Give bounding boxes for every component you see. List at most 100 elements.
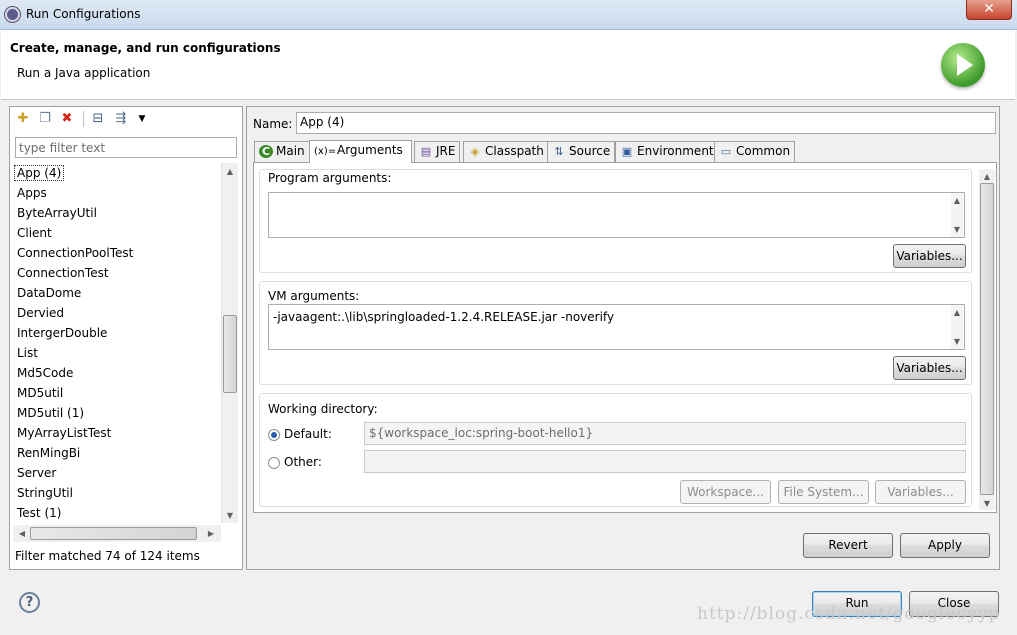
- configuration-editor: Name: App (4) C Main (x)=Arguments ▤ JRE ◈…: [246, 106, 1000, 570]
- tab-body-scrollbar[interactable]: ▲ ▼: [979, 169, 995, 510]
- source-tab-icon: ⇅: [554, 145, 564, 158]
- scroll-left-icon[interactable]: ◀: [16, 529, 28, 538]
- run-banner-icon: [941, 43, 985, 87]
- file-system-button[interactable]: File System...: [778, 480, 869, 504]
- scroll-up-icon[interactable]: ▲: [951, 308, 963, 317]
- list-item-label: Test (1): [17, 506, 62, 520]
- dropdown-arrow-icon[interactable]: ▼: [134, 111, 150, 127]
- list-item[interactable]: ConnectionPoolTest: [13, 243, 227, 263]
- list-item[interactable]: DataDome: [13, 283, 227, 303]
- scroll-right-icon[interactable]: ▶: [205, 529, 217, 538]
- default-label: Default:: [284, 427, 332, 441]
- list-item[interactable]: MyArrayListTest: [13, 423, 227, 443]
- help-icon[interactable]: ?: [19, 592, 40, 613]
- header-subtitle: Run a Java application: [17, 66, 151, 80]
- list-item[interactable]: RenMingBi: [13, 443, 227, 463]
- collapse-all-icon[interactable]: ⊟: [90, 111, 106, 127]
- arguments-tab-body: Program arguments: ▲ ▼ Variables... VM a…: [253, 162, 997, 513]
- name-field[interactable]: App (4): [296, 112, 996, 134]
- tab-environment[interactable]: ▣ Environment: [615, 141, 719, 162]
- list-item-label: MD5util: [17, 386, 64, 400]
- list-item[interactable]: Apps: [13, 183, 227, 203]
- filter-icon[interactable]: ⇶: [113, 111, 129, 127]
- tab-scroll-thumb[interactable]: [980, 183, 994, 495]
- program-variables-button[interactable]: Variables...: [893, 244, 966, 268]
- list-item[interactable]: Dervied: [13, 303, 227, 323]
- scroll-down-icon[interactable]: ▼: [981, 499, 993, 508]
- main-tab-icon: C: [259, 145, 273, 158]
- scroll-up-icon[interactable]: ▲: [981, 172, 993, 181]
- list-item-label: MD5util (1): [17, 406, 85, 420]
- new-config-icon[interactable]: ✚: [15, 111, 31, 127]
- list-item-label: Md5Code: [17, 366, 74, 380]
- list-item-label: RenMingBi: [17, 446, 81, 460]
- apply-button[interactable]: Apply: [900, 533, 990, 558]
- header-title: Create, manage, and run configurations: [10, 41, 281, 55]
- hscroll-thumb[interactable]: [30, 527, 197, 540]
- tab-common[interactable]: ▭ Common: [714, 141, 796, 162]
- list-horizontal-scrollbar[interactable]: ◀ ▶: [13, 525, 221, 542]
- window-title: Run Configurations: [26, 7, 141, 21]
- scroll-thumb[interactable]: [223, 315, 237, 393]
- revert-button[interactable]: Revert: [803, 533, 893, 558]
- tab-arguments[interactable]: (x)=Arguments: [309, 140, 412, 163]
- scroll-down-icon[interactable]: ▼: [224, 511, 236, 520]
- workdir-variables-button[interactable]: Variables...: [875, 480, 966, 504]
- list-item-label: Server: [17, 466, 57, 480]
- other-radio[interactable]: [268, 457, 280, 469]
- filter-input[interactable]: [15, 137, 237, 158]
- window-close-button[interactable]: ✕: [966, 0, 1012, 20]
- list-item-label: Dervied: [17, 306, 64, 320]
- scroll-down-icon[interactable]: ▼: [951, 337, 963, 346]
- list-item[interactable]: ConnectionTest: [13, 263, 227, 283]
- common-tab-icon: ▭: [720, 145, 732, 158]
- delete-icon[interactable]: ✖: [59, 111, 75, 127]
- list-item-label: MyArrayListTest: [17, 426, 112, 440]
- working-directory-label: Working directory:: [268, 402, 378, 416]
- watermark: http://blog.csdn.net/googleoyyp: [697, 604, 1001, 624]
- list-item[interactable]: ByteArrayUtil: [13, 203, 227, 223]
- list-item[interactable]: Md5Code: [13, 363, 227, 383]
- program-arguments-label: Program arguments:: [268, 171, 392, 185]
- vm-variables-button[interactable]: Variables...: [893, 356, 966, 380]
- classpath-tab-icon: ◈: [470, 145, 480, 158]
- vm-arguments-field[interactable]: -javaagent:.\lib\springloaded-1.2.4.RELE…: [268, 304, 965, 350]
- vm-args-scrollbar[interactable]: ▲ ▼: [951, 305, 963, 349]
- list-item-label: Apps: [17, 186, 47, 200]
- scroll-up-icon[interactable]: ▲: [224, 167, 236, 176]
- list-item[interactable]: Server: [13, 463, 227, 483]
- list-item-label: List: [17, 346, 38, 360]
- list-item[interactable]: List: [13, 343, 227, 363]
- window-title-bar: Run Configurations ✕: [0, 0, 1017, 30]
- list-item[interactable]: IntergerDouble: [13, 323, 227, 343]
- eclipse-icon: [5, 7, 20, 22]
- tab-jre[interactable]: ▤ JRE: [414, 141, 461, 162]
- list-item[interactable]: StringUtil: [13, 483, 227, 503]
- other-label: Other:: [284, 455, 322, 469]
- list-item[interactable]: MD5util (1): [13, 403, 227, 423]
- list-item[interactable]: App (4): [13, 163, 227, 183]
- list-item[interactable]: MD5util: [13, 383, 227, 403]
- tab-classpath[interactable]: ◈ Classpath: [463, 141, 549, 162]
- list-vertical-scrollbar[interactable]: ▲ ▼: [221, 163, 238, 523]
- workspace-button[interactable]: Workspace...: [680, 480, 771, 504]
- tab-main[interactable]: C Main: [254, 141, 310, 162]
- list-item-label: ByteArrayUtil: [17, 206, 97, 220]
- scroll-up-icon[interactable]: ▲: [951, 196, 963, 205]
- program-args-scrollbar[interactable]: ▲ ▼: [951, 193, 963, 237]
- working-directory-group: Working directory: Default: ${workspace_…: [259, 393, 972, 507]
- list-item-label: Client: [17, 226, 52, 240]
- filter-status: Filter matched 74 of 124 items: [15, 549, 200, 563]
- default-radio[interactable]: [268, 429, 280, 441]
- list-item[interactable]: Client: [13, 223, 227, 243]
- tab-source[interactable]: ⇅ Source: [547, 141, 616, 162]
- duplicate-icon[interactable]: ❐: [37, 111, 53, 127]
- toolbar-divider: [83, 111, 84, 127]
- list-item[interactable]: Test (1): [13, 503, 227, 523]
- default-directory-field: ${workspace_loc:spring-boot-hello1}: [364, 422, 966, 445]
- program-arguments-field[interactable]: [268, 192, 965, 238]
- scroll-down-icon[interactable]: ▼: [951, 225, 963, 234]
- list-item-label: App (4): [14, 165, 65, 181]
- vm-arguments-group: VM arguments: -javaagent:.\lib\springloa…: [259, 281, 972, 385]
- arguments-tab-icon: (x)=: [314, 146, 337, 157]
